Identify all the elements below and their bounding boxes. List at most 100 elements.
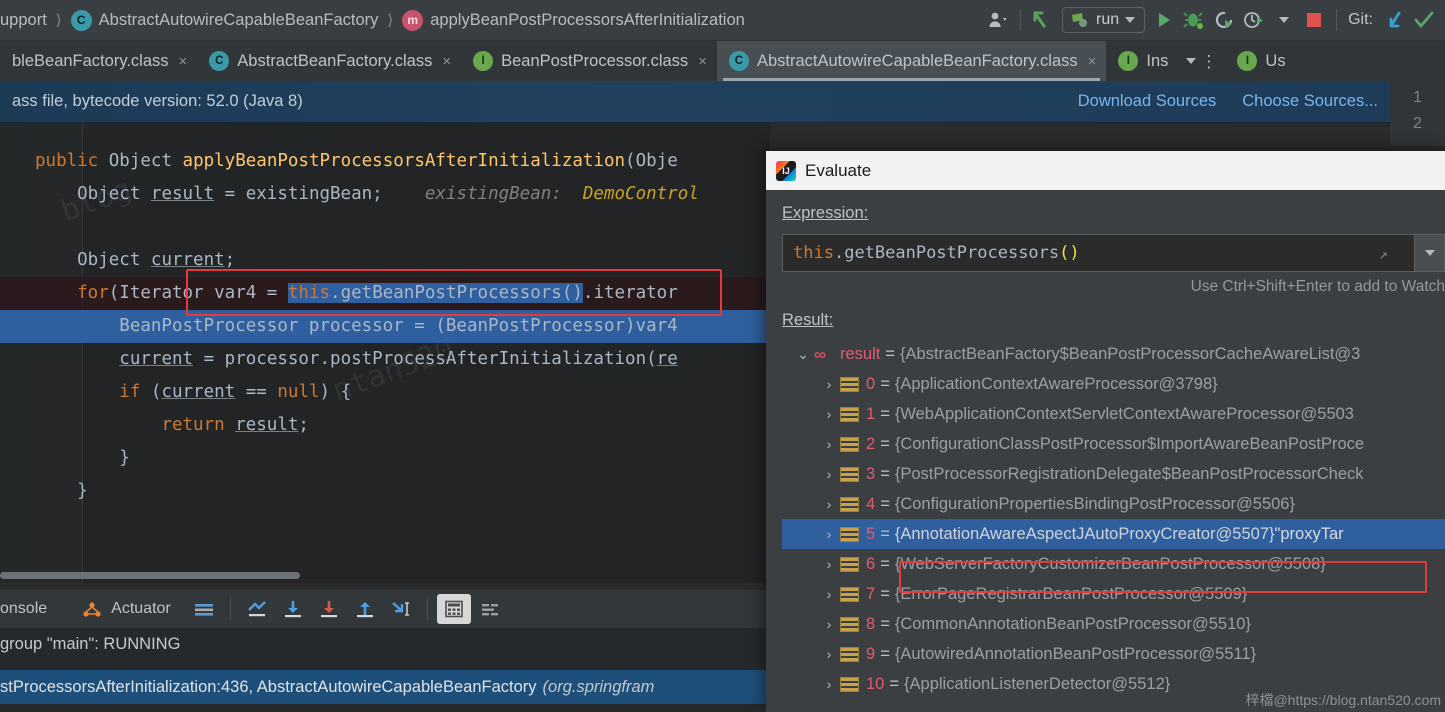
expand-twisty-icon[interactable]: › (818, 466, 840, 482)
editor-tab-bar: bleBeanFactory.class × C AbstractBeanFac… (0, 41, 1445, 81)
tree-node-value: {AutowiredAnnotationBeanPostProcessor@55… (894, 644, 1257, 663)
layout-icon[interactable] (187, 594, 221, 624)
expand-twisty-icon[interactable]: › (818, 556, 840, 572)
expand-twisty-icon[interactable]: › (818, 436, 840, 452)
download-sources-link[interactable]: Download Sources (1078, 92, 1217, 111)
tree-row-5[interactable]: › 5 = {AnnotationAwareAspectJAutoProxyCr… (782, 519, 1445, 549)
breadcrumb-item-1[interactable]: AbstractAutowireCapableBeanFactory (99, 11, 379, 30)
tree-node-name: 10 (866, 674, 885, 693)
tab-AbstractAutowireCapableBeanFactory[interactable]: C AbstractAutowireCapableBeanFactory.cla… (716, 41, 1107, 81)
expression-token-dot: . (833, 243, 845, 263)
tree-node-value: {ApplicationListenerDetector@5512} (904, 674, 1171, 693)
back-arrow-icon[interactable] (1028, 5, 1058, 35)
choose-sources-link[interactable]: Choose Sources... (1242, 92, 1378, 111)
show-execution-point-icon[interactable] (240, 594, 274, 624)
expand-editor-icon[interactable]: ↗ (1379, 245, 1388, 263)
tree-node-name: 8 (866, 614, 876, 633)
tree-row-result[interactable]: ⌄ ∞ result = {AbstractBeanFactory$BeanPo… (782, 339, 1445, 369)
step-into-icon[interactable] (312, 594, 346, 624)
dialog-title-bar[interactable]: Evaluate (766, 151, 1445, 190)
code-line: if (current == null) { (119, 382, 352, 402)
breadcrumb-item-0[interactable]: upport (0, 11, 47, 30)
intellij-logo-icon (776, 160, 796, 181)
tree-row-3[interactable]: › 3 = {PostProcessorRegistrationDelegate… (782, 459, 1445, 489)
array-element-icon (840, 406, 859, 422)
expand-twisty-icon[interactable]: ⌄ (792, 346, 814, 363)
debug-icon[interactable] (1179, 5, 1209, 35)
close-icon[interactable]: × (698, 53, 707, 70)
run-icon[interactable] (1149, 5, 1179, 35)
code-line-execution-point: BeanPostProcessor processor = (BeanPostP… (0, 310, 770, 343)
method-badge-icon: m (402, 9, 424, 31)
expand-twisty-icon[interactable]: › (818, 586, 840, 602)
tree-row-0[interactable]: › 0 = {ApplicationContextAwareProcessor@… (782, 369, 1445, 399)
array-element-icon (840, 526, 859, 542)
tree-node-value: {AnnotationAwareAspectJAutoProxyCreator@… (894, 524, 1275, 543)
expand-twisty-icon[interactable]: › (818, 496, 840, 512)
user-avatar-icon[interactable] (983, 5, 1013, 35)
console-tab-label[interactable]: onsole (0, 600, 47, 618)
stack-frame-row-selected[interactable]: stProcessorsAfterInitialization:436, Abs… (0, 670, 770, 704)
close-icon[interactable]: × (1088, 53, 1097, 70)
debug-frames-panel: group "main": RUNNING stProcessorsAfterI… (0, 628, 770, 712)
tree-row-8[interactable]: › 8 = {CommonAnnotationBeanPostProcessor… (782, 609, 1445, 639)
tab-Ins[interactable]: I Ins (1106, 41, 1178, 81)
run-to-cursor-icon[interactable] (384, 594, 418, 624)
tab-BeanPostProcessor[interactable]: I BeanPostProcessor.class × (461, 41, 717, 81)
expand-twisty-icon[interactable]: › (818, 376, 840, 392)
class-badge-icon: C (70, 9, 92, 31)
close-icon[interactable]: × (179, 53, 188, 70)
breadcrumb-separator: ⟩ (55, 12, 62, 29)
tab-ableBeanFactory[interactable]: bleBeanFactory.class × (0, 41, 197, 81)
expand-twisty-icon[interactable]: › (818, 646, 840, 662)
tab-AbstractBeanFactory[interactable]: C AbstractBeanFactory.class × (197, 41, 461, 81)
tab-Us[interactable]: I Us (1225, 41, 1295, 81)
evaluate-expression-icon[interactable] (436, 594, 471, 624)
settings-icon[interactable] (473, 594, 507, 624)
class-badge-icon: C (209, 51, 230, 71)
tree-node-string: "proxyTar (1274, 524, 1344, 543)
run-configuration-selector[interactable]: run (1061, 7, 1146, 33)
tree-node-value: {CommonAnnotationBeanPostProcessor@5510} (894, 614, 1251, 633)
tree-row-7[interactable]: › 7 = {ErrorPageRegistrarBeanPostProcess… (782, 579, 1445, 609)
tree-node-name: 9 (866, 644, 876, 663)
profile-icon[interactable] (1239, 5, 1269, 35)
close-icon[interactable]: × (442, 53, 451, 70)
tree-node-equals: = (880, 464, 890, 483)
expand-twisty-icon[interactable]: › (818, 676, 840, 692)
tree-node-name: 5 (866, 524, 876, 543)
chevron-down-icon[interactable] (1186, 58, 1197, 64)
expression-input[interactable]: this. getBeanPostProcessors() ↗ (782, 234, 1415, 272)
tree-row-2[interactable]: › 2 = {ConfigurationClassPostProcessor$I… (782, 429, 1445, 459)
tree-row-9[interactable]: › 9 = {AutowiredAnnotationBeanPostProces… (782, 639, 1445, 669)
code-editor[interactable]: blog ntan520 public Object applyBeanPost… (0, 123, 770, 583)
breadcrumb-item-2[interactable]: applyBeanPostProcessorsAfterInitializati… (430, 11, 745, 30)
expand-twisty-icon[interactable]: › (818, 616, 840, 632)
expression-history-dropdown[interactable] (1415, 234, 1445, 272)
git-commit-icon[interactable] (1409, 5, 1439, 35)
profile-dropdown-icon[interactable] (1269, 5, 1299, 35)
expand-twisty-icon[interactable]: › (818, 526, 840, 542)
run-config-icon (1071, 13, 1087, 27)
more-options-icon[interactable]: ⋮ (1200, 53, 1217, 70)
rerun-icon[interactable] (1209, 5, 1239, 35)
code-line: return result; (161, 415, 309, 435)
actuator-label[interactable]: Actuator (111, 600, 171, 618)
editor-horizontal-scrollbar[interactable] (0, 572, 300, 579)
git-update-icon[interactable] (1379, 5, 1409, 35)
notification-message: ass file, bytecode version: 52.0 (Java 8… (12, 92, 303, 110)
stop-icon[interactable] (1299, 5, 1329, 35)
step-over-icon[interactable] (276, 594, 310, 624)
tree-row-6[interactable]: › 6 = {WebServerFactoryCustomizerBeanPos… (782, 549, 1445, 579)
tree-node-equals: = (880, 494, 890, 513)
evaluate-dialog[interactable]: Evaluate Expression: this.getBeanPostPro… (766, 151, 1445, 712)
tree-node-name: 4 (866, 494, 876, 513)
tree-row-1[interactable]: › 1 = {WebApplicationContextServletConte… (782, 399, 1445, 429)
tree-row-4[interactable]: › 4 = {ConfigurationPropertiesBindingPos… (782, 489, 1445, 519)
tree-node-name: 1 (866, 404, 876, 423)
actuator-icon[interactable] (75, 594, 109, 624)
result-tree[interactable]: ⌄ ∞ result = {AbstractBeanFactory$BeanPo… (782, 339, 1445, 699)
tree-node-name: 6 (866, 554, 876, 573)
expand-twisty-icon[interactable]: › (818, 406, 840, 422)
step-out-icon[interactable] (348, 594, 382, 624)
